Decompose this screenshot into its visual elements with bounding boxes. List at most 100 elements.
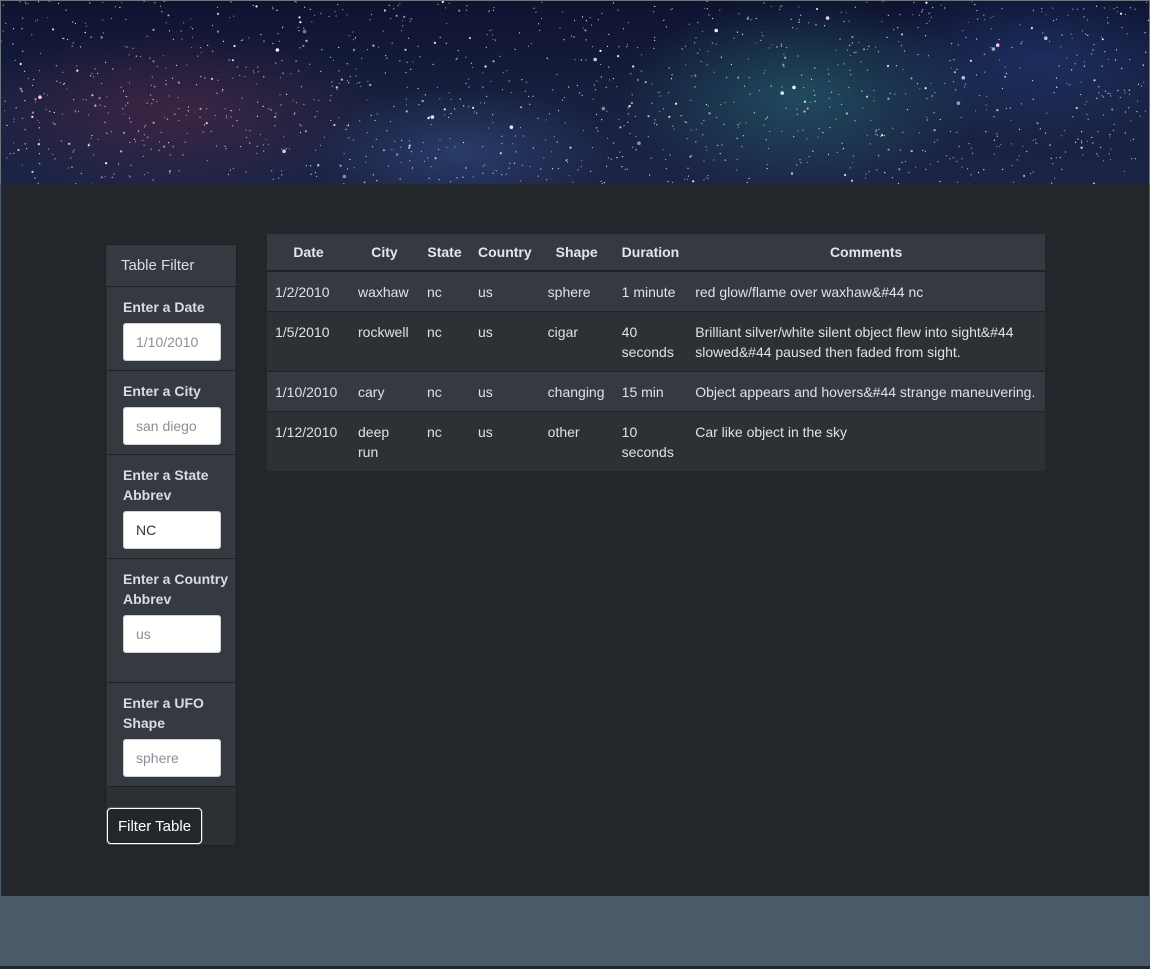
star: [191, 47, 193, 49]
star: [388, 4, 390, 6]
filter-shape-group: Enter a UFO Shape: [107, 683, 235, 787]
star: [1021, 41, 1023, 43]
star: [836, 151, 839, 153]
star: [605, 86, 607, 88]
star: [589, 17, 591, 19]
star: [336, 88, 338, 90]
star: [227, 173, 230, 176]
star: [342, 174, 347, 179]
star: [764, 69, 766, 72]
star: [607, 157, 609, 159]
star: [216, 6, 218, 8]
star: [933, 129, 936, 132]
star: [617, 55, 620, 58]
star: [1052, 163, 1054, 165]
star: [31, 170, 34, 173]
star: [619, 126, 622, 129]
star: [471, 66, 474, 68]
star: [338, 46, 340, 49]
star: [482, 146, 484, 148]
star: [953, 59, 955, 61]
star: [949, 60, 951, 62]
star: [654, 39, 656, 42]
star: [396, 153, 399, 156]
star: [690, 129, 692, 131]
star: [900, 33, 904, 36]
star: [376, 113, 378, 115]
star: [983, 14, 985, 16]
star: [105, 162, 108, 165]
star: [122, 90, 125, 92]
star: [951, 43, 953, 45]
star: [310, 165, 312, 167]
star: [983, 169, 985, 171]
star: [635, 149, 637, 151]
filter-table-button[interactable]: Filter Table: [107, 808, 202, 844]
star: [299, 47, 301, 49]
country-input[interactable]: [123, 615, 221, 653]
shape-input[interactable]: [123, 739, 221, 777]
star: [38, 70, 41, 72]
star: [508, 167, 510, 169]
city-input[interactable]: [123, 407, 221, 445]
star: [685, 121, 688, 124]
star: [1126, 33, 1128, 35]
star: [137, 130, 140, 132]
star: [241, 97, 243, 99]
star: [769, 130, 771, 132]
date-input[interactable]: [123, 323, 221, 361]
state-input[interactable]: [123, 511, 221, 549]
star: [165, 67, 167, 69]
star: [1055, 157, 1057, 159]
star: [739, 122, 741, 124]
star: [47, 148, 50, 150]
star: [650, 157, 652, 159]
star: [529, 166, 531, 168]
star: [545, 139, 547, 141]
star: [178, 170, 180, 172]
star: [596, 127, 598, 129]
star: [984, 19, 986, 21]
star: [851, 42, 853, 44]
cell-country: us: [470, 411, 540, 471]
star: [858, 41, 860, 44]
star: [262, 105, 264, 107]
star: [519, 32, 521, 34]
star: [472, 176, 474, 178]
star: [1019, 24, 1021, 26]
star: [653, 11, 655, 13]
star: [618, 118, 620, 120]
star: [830, 91, 833, 93]
star: [499, 55, 501, 57]
star: [152, 179, 154, 181]
star: [855, 51, 857, 53]
cell-country: us: [470, 371, 540, 412]
star: [1072, 116, 1074, 118]
star: [854, 120, 856, 122]
star: [845, 112, 849, 115]
star: [267, 143, 269, 145]
star: [657, 91, 659, 94]
star: [900, 45, 903, 47]
star: [758, 89, 760, 92]
star: [509, 125, 514, 129]
star: [654, 5, 656, 7]
star: [231, 59, 234, 62]
star: [742, 135, 745, 137]
star: [164, 117, 166, 119]
star: [1016, 159, 1019, 161]
star: [369, 19, 371, 21]
star: [1108, 153, 1110, 155]
star: [299, 124, 301, 126]
star: [1085, 33, 1087, 35]
star: [653, 47, 655, 49]
star: [686, 137, 688, 140]
star: [509, 162, 511, 164]
star: [640, 70, 642, 72]
star: [651, 83, 653, 85]
star: [365, 155, 367, 157]
star: [790, 172, 794, 175]
star: [827, 153, 830, 155]
star: [1093, 44, 1095, 46]
star: [314, 171, 317, 174]
